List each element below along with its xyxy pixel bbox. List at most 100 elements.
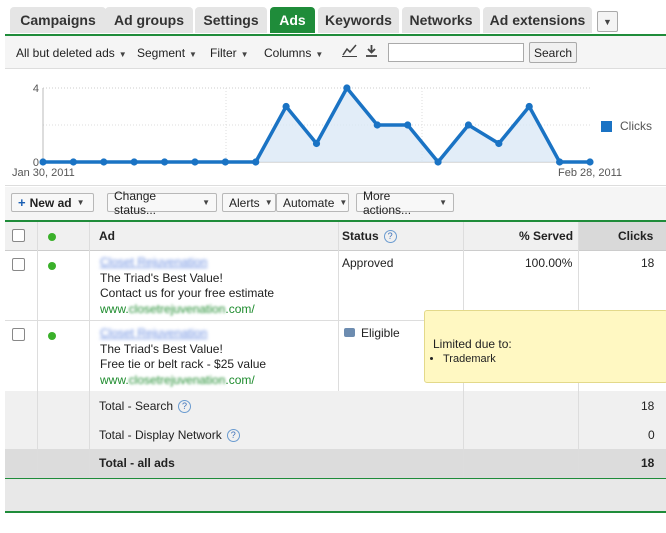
ad-served: 100.00% (525, 256, 573, 270)
select-all-checkbox[interactable] (12, 229, 25, 242)
filter-dropdown[interactable]: Filter ▼ (210, 46, 249, 60)
total-all-row: Total - all ads 18 (5, 449, 666, 478)
total-all-label: Total - all ads (99, 456, 175, 470)
tab-settings[interactable]: Settings (195, 7, 267, 33)
automate-label: Automate (283, 195, 335, 210)
data-point[interactable] (556, 158, 564, 166)
ad-status: Approved (342, 256, 394, 270)
served-column-header[interactable]: % Served (519, 229, 573, 243)
data-point[interactable] (525, 102, 533, 111)
ad-status-label: Eligible (361, 326, 400, 340)
chart-legend: Clicks (601, 119, 652, 133)
segment-label: Segment (137, 46, 186, 60)
data-point[interactable] (221, 158, 229, 166)
tab-networks[interactable]: Networks (402, 7, 480, 33)
chevron-down-icon: ▼ (202, 198, 210, 207)
help-icon[interactable]: ? (178, 400, 192, 414)
automate-button[interactable]: Automate ▼ (276, 193, 349, 212)
ad-headline-link[interactable]: Closet Rejuvenation (100, 326, 266, 342)
data-point[interactable] (282, 102, 290, 111)
help-icon[interactable]: ? (226, 429, 240, 443)
ads-filter-dropdown[interactable]: All but deleted ads ▼ (16, 46, 127, 60)
legend-swatch (601, 120, 612, 132)
tooltip-item: Trademark (443, 353, 666, 365)
data-point[interactable] (495, 139, 503, 148)
data-point[interactable] (252, 158, 260, 166)
search-button[interactable]: Search (529, 42, 577, 63)
x-tick-label: Feb 28, 2011 (558, 167, 622, 179)
data-point[interactable] (312, 139, 321, 148)
data-point[interactable] (404, 121, 412, 129)
tab-ad-extensions[interactable]: Ad extensions (483, 7, 592, 33)
column-divider (89, 222, 90, 477)
total-display-label: Total - Display Network? (99, 428, 240, 443)
new-ad-button[interactable]: + New ad ▼ (11, 193, 94, 212)
total-search-clicks: 18 (641, 399, 655, 413)
download-icon[interactable] (365, 44, 378, 60)
total-display-row: Total - Display Network? 0 (5, 420, 666, 450)
data-point[interactable] (160, 158, 169, 166)
ad-display-url: www.closetrejuvenation.com/ (100, 302, 274, 318)
ad-display-url: www.closetrejuvenation.com/ (100, 373, 266, 389)
speech-bubble-icon (344, 328, 355, 337)
chevron-down-icon: ▼ (76, 198, 85, 207)
ad-url-prefix: www. (100, 301, 129, 316)
ad-line1: The Triad's Best Value! (100, 270, 223, 285)
ad-status[interactable]: Eligible (344, 326, 400, 340)
ad-line1: The Triad's Best Value! (100, 341, 223, 356)
actions-toolbar: + New ad ▼ Change status... ▼ Alerts ▼ Autom… (5, 187, 666, 222)
total-search-row: Total - Search? 18 (5, 391, 666, 421)
change-status-label: Change status... (114, 188, 157, 217)
graph-icon[interactable] (342, 44, 357, 60)
total-display-clicks: 0 (648, 428, 655, 442)
status-dot-icon (48, 332, 56, 340)
ad-headline-link[interactable]: Closet Rejuvenation (100, 255, 274, 271)
data-point[interactable] (586, 158, 594, 166)
limited-tooltip: Limited due to: Trademark (424, 310, 666, 383)
data-point[interactable] (191, 158, 199, 166)
column-divider (37, 222, 38, 477)
tab-ads[interactable]: Ads (270, 7, 315, 33)
search-input[interactable] (388, 43, 524, 62)
ad-url-prefix: www. (100, 372, 129, 387)
more-actions-label: More actions... (363, 188, 412, 217)
table-header: Ad Status? % Served Clicks (5, 222, 666, 251)
chevron-down-icon: ▼ (264, 198, 273, 207)
ad-text: Closet Rejuvenation The Triad's Best Val… (100, 255, 274, 317)
ad-column-header[interactable]: Ad (99, 229, 115, 243)
x-tick-label: Jan 30, 2011 (12, 167, 75, 179)
chevron-down-icon: ▼ (189, 50, 197, 59)
chevron-down-icon: ▼ (439, 198, 447, 207)
clicks-line-chart: 40Jan 30, 2011 Feb 28, 2011 (12, 83, 622, 179)
more-actions-button[interactable]: More actions... ▼ (356, 189, 454, 217)
columns-dropdown[interactable]: Columns ▼ (264, 46, 323, 60)
status-column-header[interactable]: Status? (342, 229, 397, 244)
row-checkbox[interactable] (12, 328, 25, 341)
ad-url-domain: closetrejuvenation (128, 372, 226, 387)
segment-dropdown[interactable]: Segment ▼ (137, 46, 197, 60)
plus-icon: + (18, 195, 26, 210)
tab-campaigns[interactable]: Campaigns (10, 7, 106, 33)
help-icon[interactable]: ? (383, 230, 397, 244)
clicks-column-header[interactable]: Clicks (618, 229, 653, 243)
data-point[interactable] (100, 158, 108, 166)
more-tabs-button[interactable]: ▼ (597, 11, 618, 32)
total-all-clicks: 18 (641, 456, 655, 470)
alerts-button[interactable]: Alerts ▼ (222, 193, 276, 212)
tab-ad-groups[interactable]: Ad groups (105, 7, 193, 33)
data-point[interactable] (464, 121, 473, 129)
data-point[interactable] (39, 158, 47, 166)
ad-url-suffix: .com/ (225, 301, 255, 316)
data-point[interactable] (343, 84, 351, 92)
tooltip-title: Limited due to: (433, 337, 512, 351)
row-checkbox[interactable] (12, 258, 25, 271)
tab-keywords[interactable]: Keywords (318, 7, 399, 33)
data-point[interactable] (373, 121, 381, 129)
data-point[interactable] (130, 158, 138, 166)
data-point[interactable] (69, 158, 77, 166)
data-point[interactable] (434, 158, 442, 166)
column-divider (338, 222, 339, 391)
total-search-label: Total - Search? (99, 399, 192, 414)
status-dot-icon (48, 262, 56, 270)
change-status-button[interactable]: Change status... ▼ (107, 189, 217, 217)
